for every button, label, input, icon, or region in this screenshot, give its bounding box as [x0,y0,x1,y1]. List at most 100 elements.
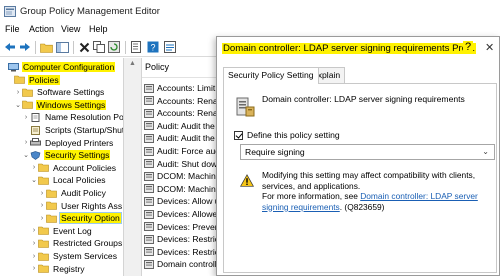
dialog-close-button[interactable]: ✕ [485,41,494,54]
tree-item-label: System Services [53,251,117,261]
document-icon [30,112,44,122]
computer-icon [8,62,22,72]
tree-item-label: Local Policies [53,175,106,186]
scroll-up-arrow-icon[interactable]: ▲ [129,60,136,67]
tree-item[interactable]: › Event Log [30,225,93,237]
show-hide-tree-icon[interactable] [55,40,69,54]
tree-item-label: Software Settings [37,87,105,98]
folder-icon [38,226,52,236]
tree-item[interactable]: ⌄ Windows Settings [14,99,107,111]
tree-item[interactable]: › Restricted Groups [30,237,123,249]
tree-item[interactable]: Scripts (Startup/Shutd [22,124,123,136]
menu-file[interactable]: File [5,24,20,34]
policy-row-label: Domain controlle [157,259,222,270]
tree-item[interactable]: › User Rights Ass [38,200,123,212]
policy-row[interactable]: Devices: Prevent [144,221,222,233]
policy-row[interactable]: Audit: Audit the [144,120,215,132]
policy-row-label: Devices: Prevent [157,221,222,232]
collapsed-chevron-icon[interactable]: › [22,139,30,146]
policy-row[interactable]: Devices: Allowed [144,208,222,220]
tree-item-label: Deployed Printers [45,137,114,148]
dialog-title: Domain controller: LDAP server signing r… [222,43,477,54]
tree-item-label: Audit Policy [61,188,106,198]
menu-help[interactable]: Help [89,24,108,34]
console-tree: Computer Configuration Policies › Software … [0,58,123,276]
menu-view[interactable]: View [61,24,80,34]
tree-scrollbar[interactable]: ▲ [123,58,142,276]
policy-row[interactable]: Devices: Allow u [144,195,220,207]
policy-setting-icon [144,234,157,244]
policy-setting-icon [144,259,157,269]
policy-setting-icon [144,108,157,118]
tree-item-label: Security Option [59,212,122,225]
select-value: Require signing [245,147,305,157]
collapsed-chevron-icon[interactable]: › [30,253,38,260]
collapsed-chevron-icon[interactable]: › [30,227,38,234]
policy-row[interactable]: Domain controlle [144,258,221,270]
collapsed-chevron-icon[interactable]: › [38,190,46,197]
policy-setting-icon [144,184,157,194]
folder-icon [46,201,60,210]
tree-item[interactable]: › Account Policies [30,162,117,174]
policy-row[interactable]: Accounts: Renar [144,107,221,119]
tree-item[interactable]: ⌄ Local Policies [30,174,107,186]
policy-row[interactable]: Accounts: Limit [144,82,215,94]
tree-item-label: Security Settings [44,150,111,161]
refresh-icon[interactable] [107,40,121,54]
tree-item[interactable]: Policies [6,74,60,86]
policy-row[interactable]: DCOM: Machine [144,170,221,182]
tree-item-label: User Rights Ass [61,200,123,211]
define-policy-checkbox[interactable] [234,130,243,140]
tree-item[interactable]: › Name Resolution Polic [22,111,123,123]
expanded-chevron-icon[interactable]: ⌄ [14,101,22,109]
folder-icon [38,176,52,185]
delete-icon[interactable] [77,40,91,54]
policy-setting-icon [144,133,157,143]
policy-name: Domain controller: LDAP server signing r… [262,94,465,104]
dialog-help-button[interactable]: ? [463,41,474,53]
folder-icon [22,100,36,110]
expanded-chevron-icon[interactable]: ⌄ [22,151,30,159]
policy-column-header[interactable]: Policy [142,62,222,78]
tree-item[interactable]: › Security Option [38,212,122,225]
collapsed-chevron-icon[interactable]: › [30,265,38,272]
tree-item[interactable]: › Registry [30,263,86,275]
chevron-down-icon: ⌄ [482,147,489,156]
policy-row[interactable]: Audit: Force aud [144,145,220,157]
tree-item[interactable]: › Audit Policy [38,187,107,199]
signing-requirement-select[interactable]: Require signing ⌄ [240,144,495,160]
tree-item-label: Name Resolution Polic [45,112,123,123]
tree-item[interactable]: › Software Settings [14,86,105,98]
collapsed-chevron-icon[interactable]: › [38,202,46,209]
export-list-icon[interactable] [130,40,144,54]
policy-row[interactable]: Audit: Audit the [144,132,215,144]
back-icon[interactable] [3,40,17,54]
properties-icon[interactable] [163,40,177,54]
policy-setting-icon [144,159,157,169]
policy-row[interactable]: Devices: Restrict [144,233,221,245]
help-icon[interactable]: ? [146,40,160,54]
collapsed-chevron-icon[interactable]: › [38,215,46,222]
policy-row[interactable]: Devices: Restrict [144,246,221,258]
collapsed-chevron-icon[interactable]: › [14,89,22,96]
tab-security-policy-setting[interactable]: Security Policy Setting [223,67,319,84]
policy-row[interactable]: DCOM: Machine [144,183,221,195]
tree-item[interactable]: › Deployed Printers [22,137,114,149]
collapsed-chevron-icon[interactable]: › [22,114,30,121]
more-info-prefix: For more information, see [262,191,361,201]
tree-item[interactable]: ⌄ Security Settings [22,149,111,161]
policy-row[interactable]: Audit: Shut dow [144,158,217,170]
policy-row[interactable]: Accounts: Renar [144,95,221,107]
tree-item[interactable]: Computer Configuration [0,61,116,73]
menu-action[interactable]: Action [29,24,54,34]
forward-icon[interactable] [18,40,32,54]
collapsed-chevron-icon[interactable]: › [30,164,38,171]
expanded-chevron-icon[interactable]: ⌄ [30,176,38,184]
policy-setting-icon [144,247,157,257]
copy-icon[interactable] [92,40,106,54]
tree-item[interactable]: › System Services [30,250,118,262]
up-folder-icon[interactable] [39,40,53,54]
collapsed-chevron-icon[interactable]: › [30,240,38,247]
define-policy-row[interactable]: Define this policy setting [234,130,340,140]
policy-server-icon [236,97,255,117]
